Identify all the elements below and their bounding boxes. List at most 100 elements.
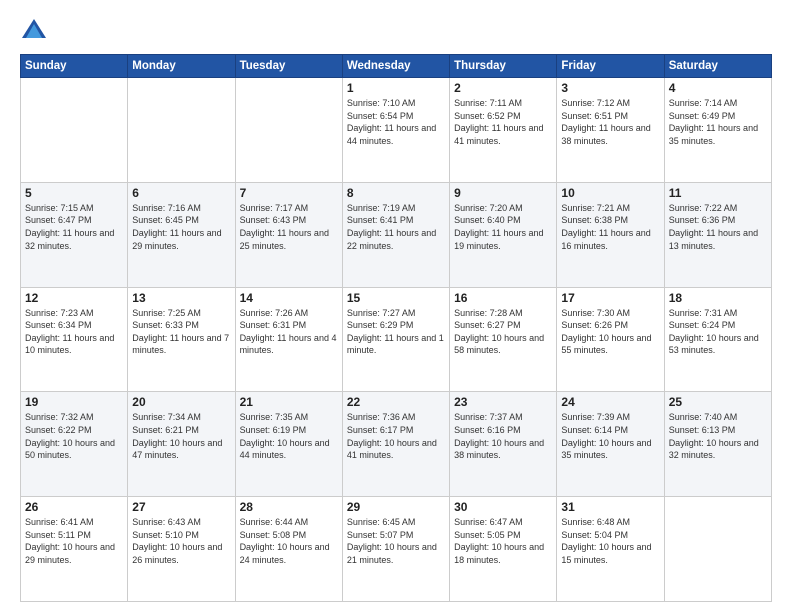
- logo-icon: [20, 16, 48, 44]
- day-cell-2: 2 Sunrise: 7:11 AM Sunset: 6:52 PM Daylig…: [450, 78, 557, 183]
- week-row-2: 5Sunrise: 7:15 AM Sunset: 6:47 PM Daylig…: [21, 182, 772, 287]
- empty-cell: [128, 78, 235, 183]
- day-cell-1: 1 Sunrise: 7:10 AM Sunset: 6:54 PM Daylig…: [342, 78, 449, 183]
- day-info: Sunrise: 6:43 AM Sunset: 5:10 PM Dayligh…: [132, 516, 230, 566]
- weekday-monday: Monday: [128, 55, 235, 78]
- day-info: Sunrise: 6:47 AM Sunset: 5:05 PM Dayligh…: [454, 516, 552, 566]
- day-cell-13: 13 Sunrise: 7:25 AM Sunset: 6:33 PM Dayli…: [128, 287, 235, 392]
- page: SundayMondayTuesdayWednesdayThursdayFrid…: [0, 0, 792, 612]
- day-number: 24: [561, 395, 659, 409]
- weekday-saturday: Saturday: [664, 55, 771, 78]
- day-cell-14: 14 Sunrise: 7:26 AM Sunset: 6:31 PM Dayli…: [235, 287, 342, 392]
- day-info: Sunrise: 7:22 AM Sunset: 6:36 PM Dayligh…: [669, 202, 767, 252]
- day-info: Sunrise: 7:26 AM Sunset: 6:31 PM Dayligh…: [240, 307, 338, 357]
- day-number: 30: [454, 500, 552, 514]
- calendar-table: SundayMondayTuesdayWednesdayThursdayFrid…: [20, 54, 772, 602]
- day-number: 21: [240, 395, 338, 409]
- day-info: Sunrise: 6:41 AM Sunset: 5:11 PM Dayligh…: [25, 516, 123, 566]
- day-number: 6: [132, 186, 230, 200]
- day-number: 9: [454, 186, 552, 200]
- day-number: 28: [240, 500, 338, 514]
- day-number: 25: [669, 395, 767, 409]
- week-row-3: 12Sunrise: 7:23 AM Sunset: 6:34 PM Dayli…: [21, 287, 772, 392]
- day-cell-12: 12Sunrise: 7:23 AM Sunset: 6:34 PM Dayli…: [21, 287, 128, 392]
- day-cell-21: 21 Sunrise: 7:35 AM Sunset: 6:19 PM Dayli…: [235, 392, 342, 497]
- day-number: 23: [454, 395, 552, 409]
- day-info: Sunrise: 7:36 AM Sunset: 6:17 PM Dayligh…: [347, 411, 445, 461]
- day-info: Sunrise: 7:10 AM Sunset: 6:54 PM Dayligh…: [347, 97, 445, 147]
- day-info: Sunrise: 7:31 AM Sunset: 6:24 PM Dayligh…: [669, 307, 767, 357]
- day-info: Sunrise: 7:40 AM Sunset: 6:13 PM Dayligh…: [669, 411, 767, 461]
- day-number: 15: [347, 291, 445, 305]
- day-number: 20: [132, 395, 230, 409]
- day-cell-22: 22 Sunrise: 7:36 AM Sunset: 6:17 PM Dayli…: [342, 392, 449, 497]
- day-number: 17: [561, 291, 659, 305]
- day-number: 18: [669, 291, 767, 305]
- weekday-sunday: Sunday: [21, 55, 128, 78]
- day-number: 26: [25, 500, 123, 514]
- weekday-tuesday: Tuesday: [235, 55, 342, 78]
- day-info: Sunrise: 7:17 AM Sunset: 6:43 PM Dayligh…: [240, 202, 338, 252]
- weekday-friday: Friday: [557, 55, 664, 78]
- day-number: 19: [25, 395, 123, 409]
- weekday-thursday: Thursday: [450, 55, 557, 78]
- day-cell-26: 26 Sunrise: 6:41 AM Sunset: 5:11 PM Dayli…: [21, 497, 128, 602]
- day-cell-15: 15 Sunrise: 7:27 AM Sunset: 6:29 PM Dayli…: [342, 287, 449, 392]
- header: [20, 16, 772, 44]
- day-info: Sunrise: 7:30 AM Sunset: 6:26 PM Dayligh…: [561, 307, 659, 357]
- day-number: 22: [347, 395, 445, 409]
- day-info: Sunrise: 7:32 AM Sunset: 6:22 PM Dayligh…: [25, 411, 123, 461]
- day-cell-28: 28 Sunrise: 6:44 AM Sunset: 5:08 PM Dayli…: [235, 497, 342, 602]
- day-cell-25: 25 Sunrise: 7:40 AM Sunset: 6:13 PM Dayli…: [664, 392, 771, 497]
- day-info: Sunrise: 7:28 AM Sunset: 6:27 PM Dayligh…: [454, 307, 552, 357]
- empty-cell: [664, 497, 771, 602]
- logo: [20, 16, 52, 44]
- day-cell-17: 17 Sunrise: 7:30 AM Sunset: 6:26 PM Dayli…: [557, 287, 664, 392]
- day-number: 10: [561, 186, 659, 200]
- day-number: 14: [240, 291, 338, 305]
- day-info: Sunrise: 6:44 AM Sunset: 5:08 PM Dayligh…: [240, 516, 338, 566]
- day-info: Sunrise: 7:21 AM Sunset: 6:38 PM Dayligh…: [561, 202, 659, 252]
- day-cell-5: 5Sunrise: 7:15 AM Sunset: 6:47 PM Daylig…: [21, 182, 128, 287]
- day-cell-7: 7 Sunrise: 7:17 AM Sunset: 6:43 PM Daylig…: [235, 182, 342, 287]
- weekday-wednesday: Wednesday: [342, 55, 449, 78]
- day-info: Sunrise: 7:11 AM Sunset: 6:52 PM Dayligh…: [454, 97, 552, 147]
- day-info: Sunrise: 6:48 AM Sunset: 5:04 PM Dayligh…: [561, 516, 659, 566]
- week-row-5: 26 Sunrise: 6:41 AM Sunset: 5:11 PM Dayli…: [21, 497, 772, 602]
- day-info: Sunrise: 7:12 AM Sunset: 6:51 PM Dayligh…: [561, 97, 659, 147]
- day-number: 7: [240, 186, 338, 200]
- day-info: Sunrise: 7:37 AM Sunset: 6:16 PM Dayligh…: [454, 411, 552, 461]
- day-number: 1: [347, 81, 445, 95]
- day-number: 13: [132, 291, 230, 305]
- day-info: Sunrise: 7:39 AM Sunset: 6:14 PM Dayligh…: [561, 411, 659, 461]
- day-cell-31: 31 Sunrise: 6:48 AM Sunset: 5:04 PM Dayli…: [557, 497, 664, 602]
- day-info: Sunrise: 7:35 AM Sunset: 6:19 PM Dayligh…: [240, 411, 338, 461]
- day-number: 31: [561, 500, 659, 514]
- day-info: Sunrise: 7:27 AM Sunset: 6:29 PM Dayligh…: [347, 307, 445, 357]
- day-number: 16: [454, 291, 552, 305]
- weekday-header-row: SundayMondayTuesdayWednesdayThursdayFrid…: [21, 55, 772, 78]
- day-number: 8: [347, 186, 445, 200]
- day-cell-18: 18 Sunrise: 7:31 AM Sunset: 6:24 PM Dayli…: [664, 287, 771, 392]
- day-info: Sunrise: 7:19 AM Sunset: 6:41 PM Dayligh…: [347, 202, 445, 252]
- day-info: Sunrise: 7:34 AM Sunset: 6:21 PM Dayligh…: [132, 411, 230, 461]
- empty-cell: [235, 78, 342, 183]
- day-cell-16: 16 Sunrise: 7:28 AM Sunset: 6:27 PM Dayli…: [450, 287, 557, 392]
- day-info: Sunrise: 7:14 AM Sunset: 6:49 PM Dayligh…: [669, 97, 767, 147]
- empty-cell: [21, 78, 128, 183]
- day-number: 2: [454, 81, 552, 95]
- day-cell-30: 30 Sunrise: 6:47 AM Sunset: 5:05 PM Dayli…: [450, 497, 557, 602]
- day-info: Sunrise: 7:25 AM Sunset: 6:33 PM Dayligh…: [132, 307, 230, 357]
- day-number: 5: [25, 186, 123, 200]
- day-cell-19: 19 Sunrise: 7:32 AM Sunset: 6:22 PM Dayli…: [21, 392, 128, 497]
- day-cell-23: 23 Sunrise: 7:37 AM Sunset: 6:16 PM Dayli…: [450, 392, 557, 497]
- day-cell-9: 9Sunrise: 7:20 AM Sunset: 6:40 PM Daylig…: [450, 182, 557, 287]
- day-number: 3: [561, 81, 659, 95]
- day-cell-29: 29Sunrise: 6:45 AM Sunset: 5:07 PM Dayli…: [342, 497, 449, 602]
- day-cell-8: 8 Sunrise: 7:19 AM Sunset: 6:41 PM Daylig…: [342, 182, 449, 287]
- day-cell-20: 20 Sunrise: 7:34 AM Sunset: 6:21 PM Dayli…: [128, 392, 235, 497]
- day-cell-3: 3 Sunrise: 7:12 AM Sunset: 6:51 PM Daylig…: [557, 78, 664, 183]
- day-info: Sunrise: 7:16 AM Sunset: 6:45 PM Dayligh…: [132, 202, 230, 252]
- day-cell-24: 24 Sunrise: 7:39 AM Sunset: 6:14 PM Dayli…: [557, 392, 664, 497]
- day-cell-27: 27Sunrise: 6:43 AM Sunset: 5:10 PM Dayli…: [128, 497, 235, 602]
